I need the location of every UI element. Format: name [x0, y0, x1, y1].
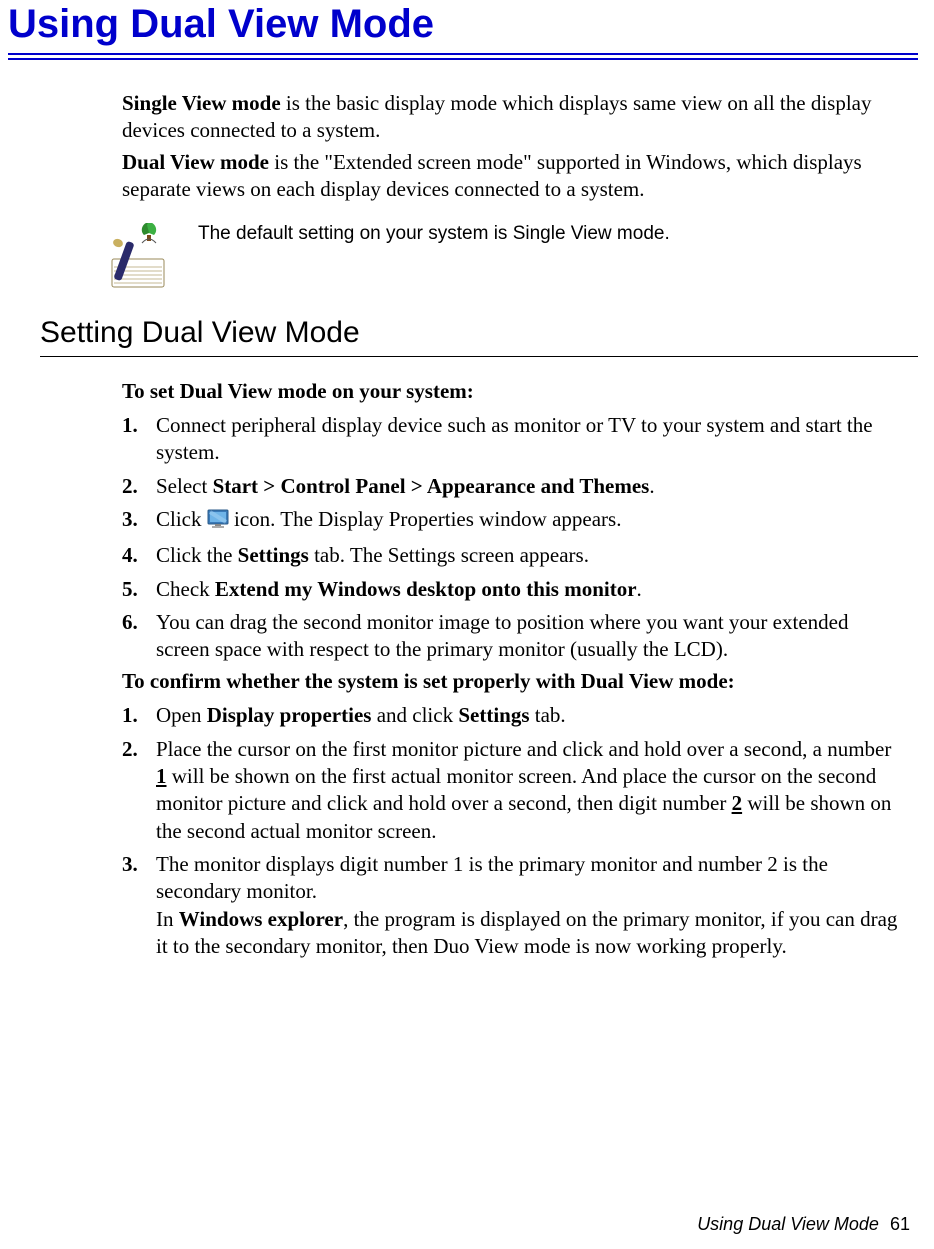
section-heading: Setting Dual View Mode	[40, 316, 934, 350]
step-1: 1. Open Display properties and click Set…	[122, 702, 904, 729]
page-footer: Using Dual View Mode 61	[697, 1214, 910, 1235]
note-block: The default setting on your system is Si…	[106, 221, 904, 291]
section-content: To set Dual View mode on your system: 1.…	[122, 379, 904, 960]
step-4: 4. Click the Settings tab. The Settings …	[122, 542, 904, 569]
intro-para-dual: Dual View mode is the "Extended screen m…	[122, 149, 904, 204]
steps-confirm: 1. Open Display properties and click Set…	[122, 702, 904, 960]
lead-set: To set Dual View mode on your system:	[122, 379, 904, 404]
section-rule	[40, 356, 918, 357]
step-text: Connect peripheral display device such a…	[156, 412, 904, 467]
text: tab.	[530, 703, 566, 727]
step-text: The monitor displays digit number 1 is t…	[156, 851, 904, 960]
step-text: Click icon. The Display Properties windo…	[156, 506, 904, 536]
step-number: 5.	[122, 576, 156, 603]
step-text: Place the cursor on the first monitor pi…	[156, 736, 904, 845]
step-number: 6.	[122, 609, 156, 664]
lead-confirm: To confirm whether the system is set pro…	[122, 669, 904, 694]
text: Place the cursor on the first monitor pi…	[156, 737, 891, 761]
text: Click the	[156, 543, 238, 567]
dual-view-label: Dual View mode	[122, 150, 269, 174]
step-1: 1. Connect peripheral display device suc…	[122, 412, 904, 467]
step-6: 6. You can drag the second monitor image…	[122, 609, 904, 664]
menu-path: Start > Control Panel > Appearance and T…	[213, 474, 650, 498]
tab-name: Settings	[238, 543, 309, 567]
text: Select	[156, 474, 213, 498]
text: In	[156, 907, 179, 931]
step-number: 1.	[122, 702, 156, 729]
step-number: 2.	[122, 736, 156, 845]
intro-para-single: Single View mode is the basic display mo…	[122, 90, 904, 145]
footer-label: Using Dual View Mode	[697, 1214, 879, 1234]
digit-2: 2	[732, 791, 743, 815]
note-text: The default setting on your system is Si…	[198, 221, 670, 245]
step-number: 3.	[122, 851, 156, 960]
step-text: Click the Settings tab. The Settings scr…	[156, 542, 904, 569]
text: tab. The Settings screen appears.	[309, 543, 589, 567]
ui-name: Windows explorer	[179, 907, 343, 931]
step-number: 3.	[122, 506, 156, 536]
page: Using Dual View Mode Single View mode is…	[0, 0, 934, 1249]
text: .	[649, 474, 654, 498]
step-3: 3. The monitor displays digit number 1 i…	[122, 851, 904, 960]
note-icon	[106, 221, 170, 291]
page-title: Using Dual View Mode	[8, 0, 934, 47]
step-number: 4.	[122, 542, 156, 569]
step-2: 2. Place the cursor on the first monitor…	[122, 736, 904, 845]
text: Open	[156, 703, 207, 727]
single-view-label: Single View mode	[122, 91, 281, 115]
ui-name: Display properties	[207, 703, 372, 727]
step-2: 2. Select Start > Control Panel > Appear…	[122, 473, 904, 500]
text: The monitor displays digit number 1 is t…	[156, 852, 828, 903]
text: .	[637, 577, 642, 601]
step-3: 3. Click icon. The Display Properties wi…	[122, 506, 904, 536]
digit-1: 1	[156, 764, 167, 788]
page-number: 61	[890, 1214, 910, 1234]
text: Check	[156, 577, 215, 601]
step-number: 2.	[122, 473, 156, 500]
step-text: Open Display properties and click Settin…	[156, 702, 904, 729]
step-number: 1.	[122, 412, 156, 467]
step-text: Check Extend my Windows desktop onto thi…	[156, 576, 904, 603]
steps-set: 1. Connect peripheral display device suc…	[122, 412, 904, 663]
option-name: Extend my Windows desktop onto this moni…	[215, 577, 637, 601]
tab-name: Settings	[458, 703, 529, 727]
step-text: You can drag the second monitor image to…	[156, 609, 904, 664]
text: and click	[371, 703, 458, 727]
title-rule	[8, 53, 918, 60]
text: Click	[156, 507, 207, 531]
step-text: Select Start > Control Panel > Appearanc…	[156, 473, 904, 500]
content-area: Single View mode is the basic display mo…	[122, 90, 904, 291]
text: icon. The Display Properties window appe…	[229, 507, 622, 531]
step-5: 5. Check Extend my Windows desktop onto …	[122, 576, 904, 603]
display-icon	[207, 509, 229, 536]
